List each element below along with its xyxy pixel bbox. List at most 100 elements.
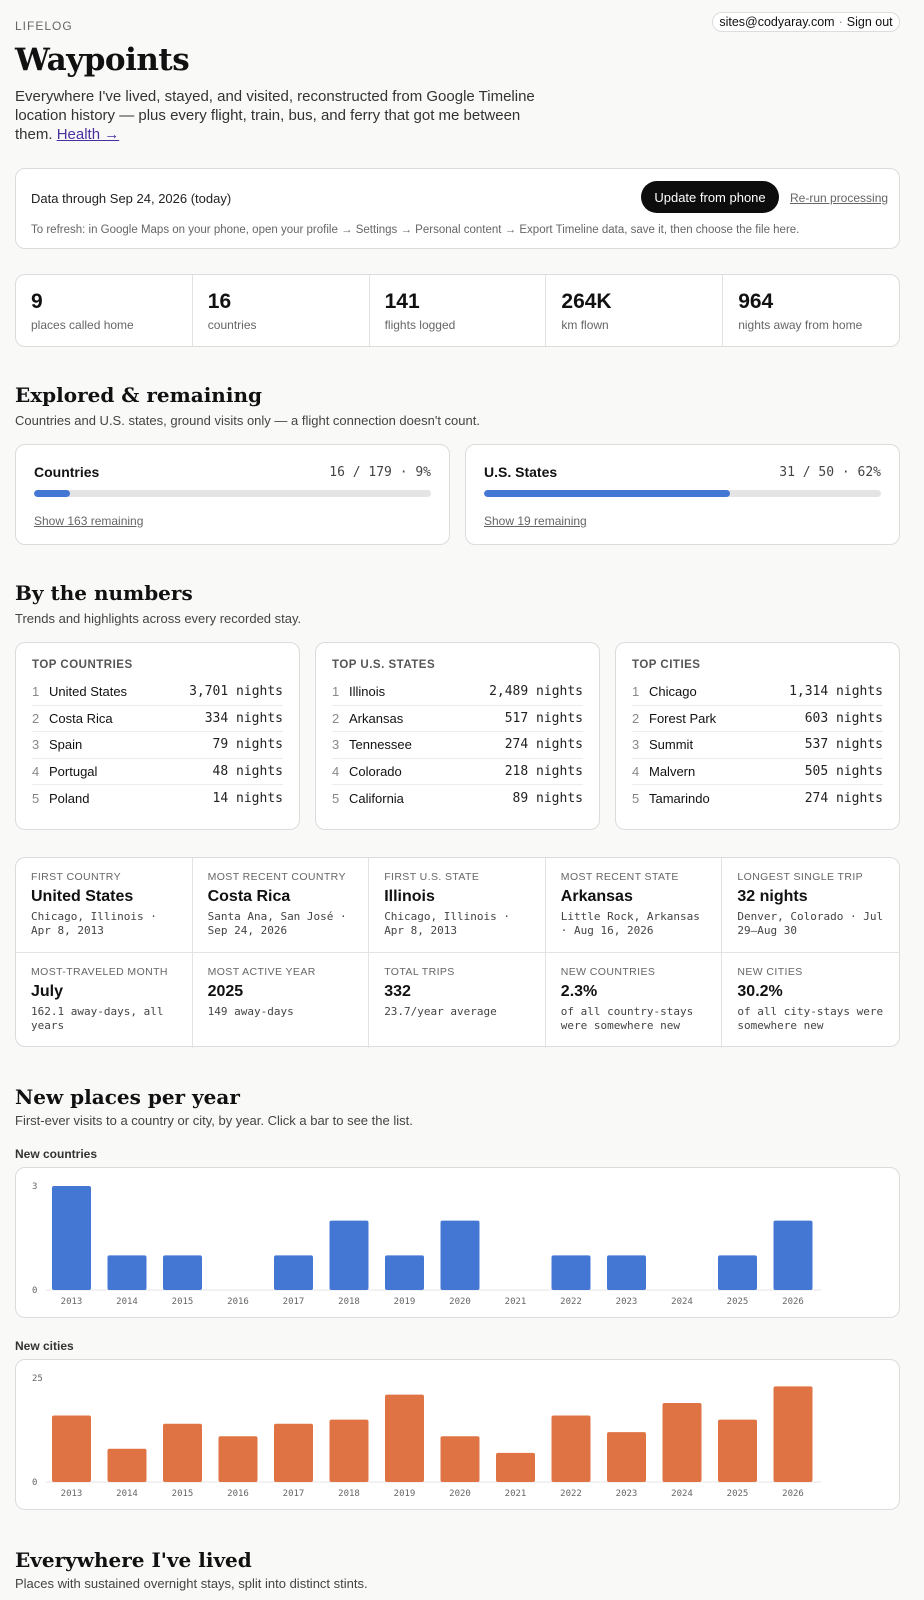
progress-name: Countries [34,464,100,480]
facts-grid-card: FIRST COUNTRY United States Chicago, Illin… [15,857,900,1048]
rank: 1 [632,684,640,700]
rank: 2 [32,710,40,726]
chart-bar[interactable] [440,1436,480,1482]
show-remaining-countries-link[interactable]: Show 163 remaining [34,514,143,528]
chart-bar[interactable] [551,1255,591,1290]
place-name: Costa Rica [49,710,113,726]
chart-bar[interactable] [440,1220,480,1290]
chart-bar[interactable] [163,1255,202,1290]
stat-label: places called home [31,318,134,332]
chart-bar[interactable] [163,1423,202,1482]
top-states-card: TOP U.S. STATES 1 Illinois 2,489 nights 2A… [315,642,600,830]
stats-strip: 9 places called home 16 countries 141 fligh… [15,274,900,347]
stat-value: 9 [31,290,43,313]
chart-bar[interactable] [52,1415,91,1482]
fact-value: 30.2% [737,983,783,1000]
health-link[interactable]: Health → [57,126,120,143]
y-tick-label: 25 [32,1374,43,1384]
x-tick-label: 2025 [727,1489,749,1499]
chart-bar[interactable] [773,1220,813,1290]
chart-bar[interactable] [107,1255,147,1290]
fact-value: 2.3% [560,983,598,1000]
list-item: 1 Illinois 2,489 nights [332,679,583,706]
place-name: Illinois [349,684,386,700]
top-countries-card: TOP COUNTRIES 1 United States 3,701 nights… [15,642,300,830]
list-item: 1 United States 3,701 nights [32,679,283,706]
list-item: 5 Poland 14 nights [32,785,283,812]
chart-bar[interactable] [274,1423,313,1482]
x-tick-label: 2024 [671,1489,693,1499]
fact-new-cities: NEW CITIES 30.2% of all city-stays were so… [722,953,899,1048]
list-item: 3 Tennessee 274 nights [332,732,583,759]
place-name: Forest Park [649,710,717,726]
list-item: 3 Summit 537 nights [632,732,883,759]
chart-bar[interactable] [274,1255,313,1290]
y-tick-label: 3 [32,1182,37,1192]
x-tick-label: 2017 [283,1297,305,1307]
fact-detail: of all country-stays were somewhere new [560,1005,694,1032]
x-tick-label: 2023 [616,1297,638,1307]
x-tick-label: 2020 [449,1297,471,1307]
fact-key: NEW CITIES [737,966,803,978]
place-name: California [349,790,404,806]
stat-km: 264K km flown [546,275,724,346]
nights-value: 334 nights [204,710,283,726]
chart-bar[interactable] [329,1220,369,1290]
rank: 4 [632,763,640,779]
top-heading: TOP CITIES [632,659,701,671]
fact-detail: 162.1 away-days, all years [31,1005,164,1032]
x-tick-label: 2013 [61,1297,83,1307]
chart-bar[interactable] [773,1386,813,1482]
x-tick-label: 2018 [338,1489,360,1499]
nights-value: 79 nights [212,737,283,753]
chart-bar[interactable] [385,1255,424,1290]
countries-progress-card: Countries 16 / 179 · 9% Show 163 remaini… [15,444,450,545]
sign-out-link[interactable]: Sign out [847,15,893,29]
nights-value: 517 nights [504,710,583,726]
chart-bar[interactable] [662,1402,702,1482]
new-places-heading: New places per year [15,1085,240,1109]
fact-key: MOST RECENT COUNTRY [207,871,346,883]
rank: 1 [32,684,40,700]
x-tick-label: 2026 [782,1297,804,1307]
chart-bar[interactable] [329,1419,369,1482]
chart-bar[interactable] [718,1419,757,1482]
fact-key: MOST-TRAVELED MONTH [31,966,168,978]
update-from-phone-button[interactable]: Update from phone [641,181,779,213]
chart-bar[interactable] [107,1448,147,1482]
chart-bar[interactable] [52,1186,91,1290]
x-tick-label: 2015 [172,1297,194,1307]
x-tick-label: 2026 [782,1489,804,1499]
place-name: Malvern [649,763,696,779]
chart-bar[interactable] [385,1394,424,1482]
progress-track [34,490,431,497]
chart-bar[interactable] [496,1452,535,1482]
chart-bar[interactable] [607,1255,646,1290]
chart-bar[interactable] [607,1432,646,1482]
rerun-processing-link[interactable]: Re-run processing [790,191,888,205]
fact-new-countries: NEW COUNTRIES 2.3% of all country-stays we… [546,953,723,1048]
chart-bar[interactable] [218,1436,258,1482]
list-item: 3 Spain 79 nights [32,732,283,759]
list-item: 2 Forest Park 603 nights [632,706,883,732]
list-item: 5 Tamarindo 274 nights [632,785,883,812]
progress-name: U.S. States [484,464,558,480]
nights-value: 274 nights [804,790,883,806]
rank: 3 [32,737,40,753]
fact-key: MOST ACTIVE YEAR [207,966,316,978]
x-tick-label: 2014 [116,1297,138,1307]
fact-value: Costa Rica [207,888,291,905]
chart-bar[interactable] [551,1415,591,1482]
chart-bar[interactable] [718,1255,757,1290]
show-remaining-states-link[interactable]: Show 19 remaining [484,514,587,528]
fact-detail: of all city-stays were somewhere new [737,1005,884,1032]
fact-detail: 23.7/year average [384,1005,497,1018]
rank: 3 [332,737,340,753]
fact-detail: Chicago, Illinois · Apr 8, 2013 [31,910,157,937]
place-name: Tamarindo [649,790,710,806]
progress-fill [34,490,70,497]
fact-value: Arkansas [560,888,633,905]
list-item: 5 California 89 nights [332,785,583,812]
nights-value: 274 nights [504,737,583,753]
nights-value: 48 nights [212,763,283,779]
